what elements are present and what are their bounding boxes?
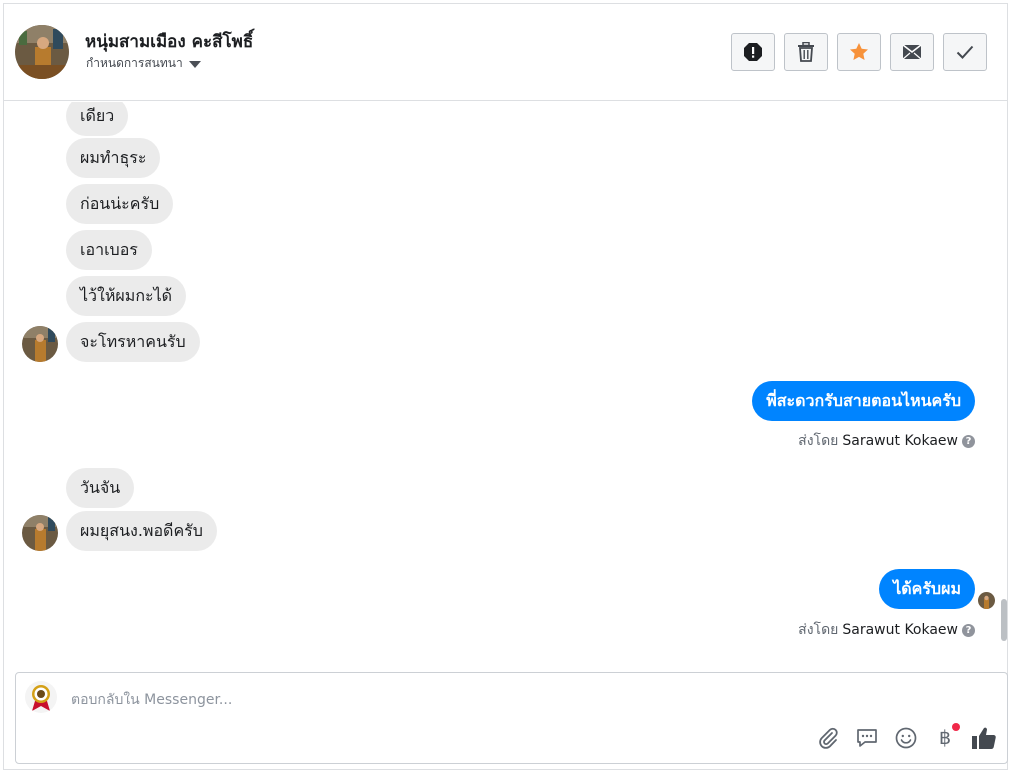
scrollbar-track[interactable] [1001, 102, 1007, 668]
message-thread[interactable]: เดียว ผมทำธุระ ก่อนน่ะครับ เอาเบอร ไว้ให… [4, 102, 1007, 668]
conversation-settings-label: กำหนดการสนทนา [86, 56, 183, 70]
emoji-button[interactable] [893, 725, 919, 751]
incoming-message[interactable]: เดียว [66, 102, 129, 136]
mark-unread-button[interactable] [890, 33, 934, 71]
thumbs-up-icon [972, 727, 996, 749]
like-button[interactable] [971, 725, 997, 751]
outgoing-message[interactable]: ได้ครับผม [879, 569, 975, 609]
alert-icon [744, 43, 762, 61]
incoming-message[interactable]: วันจัน [66, 468, 135, 508]
sender-name: Sarawut Kokaew [842, 622, 958, 638]
header-actions [731, 33, 987, 71]
attach-button[interactable] [815, 725, 841, 751]
incoming-message[interactable]: ก่อนน่ะครับ [66, 184, 174, 224]
payment-button[interactable]: ฿ [932, 723, 960, 751]
sent-by-info: ส่งโดย Sarawut Kokaew ? [798, 430, 975, 452]
baht-icon: ฿ [938, 727, 952, 749]
incoming-message[interactable]: ผมยุสนง.พอดีครับ [66, 511, 217, 551]
reply-composer: ฿ [15, 672, 1008, 764]
incoming-message[interactable]: เอาเบอร [66, 230, 152, 270]
incoming-message[interactable]: ผมทำธุระ [66, 138, 161, 178]
scrollbar-thumb[interactable] [1001, 599, 1007, 641]
speech-bubble-icon [857, 729, 877, 747]
reply-input[interactable] [71, 687, 971, 713]
composer-toolbar: ฿ [815, 723, 997, 751]
star-button[interactable] [837, 33, 881, 71]
saved-replies-button[interactable] [854, 725, 880, 751]
sent-by-label: ส่งโดย [798, 433, 839, 449]
mark-done-button[interactable] [943, 33, 987, 71]
check-icon [956, 45, 974, 59]
trash-icon [798, 42, 814, 62]
contact-name: หนุ่มสามเมือง คะสีโพธิ์ [85, 32, 254, 52]
smiley-icon [895, 727, 917, 749]
outgoing-message[interactable]: พี่สะดวกรับสายตอนไหนครับ [752, 381, 975, 421]
paperclip-icon [819, 727, 838, 749]
help-icon[interactable]: ? [962, 623, 975, 637]
notification-dot [952, 723, 960, 731]
contact-avatar-small[interactable] [22, 326, 58, 362]
page-avatar [25, 681, 57, 713]
sender-name: Sarawut Kokaew [842, 433, 958, 449]
contact-avatar-small[interactable] [22, 515, 58, 551]
sent-by-label: ส่งโดย [798, 622, 839, 638]
report-button[interactable] [731, 33, 775, 71]
help-icon[interactable]: ? [962, 434, 975, 448]
conversation-settings-dropdown[interactable]: กำหนดการสนทนา [86, 54, 201, 73]
conversation-header: หนุ่มสามเมือง คะสีโพธิ์ กำหนดการสนทนา [4, 4, 1007, 101]
sent-by-info: ส่งโดย Sarawut Kokaew ? [798, 619, 975, 641]
envelope-icon [902, 44, 922, 60]
messenger-conversation-panel: หนุ่มสามเมือง คะสีโพธิ์ กำหนดการสนทนา เด… [3, 3, 1008, 770]
incoming-message[interactable]: จะโทรหาคนรับ [66, 322, 200, 362]
star-icon [850, 43, 868, 60]
incoming-message[interactable]: ไว้ให้ผมกะได้ [66, 276, 187, 316]
delete-button[interactable] [784, 33, 828, 71]
contact-avatar[interactable] [15, 25, 69, 79]
seen-receipt-avatar [978, 592, 995, 609]
caret-down-icon [188, 60, 201, 68]
